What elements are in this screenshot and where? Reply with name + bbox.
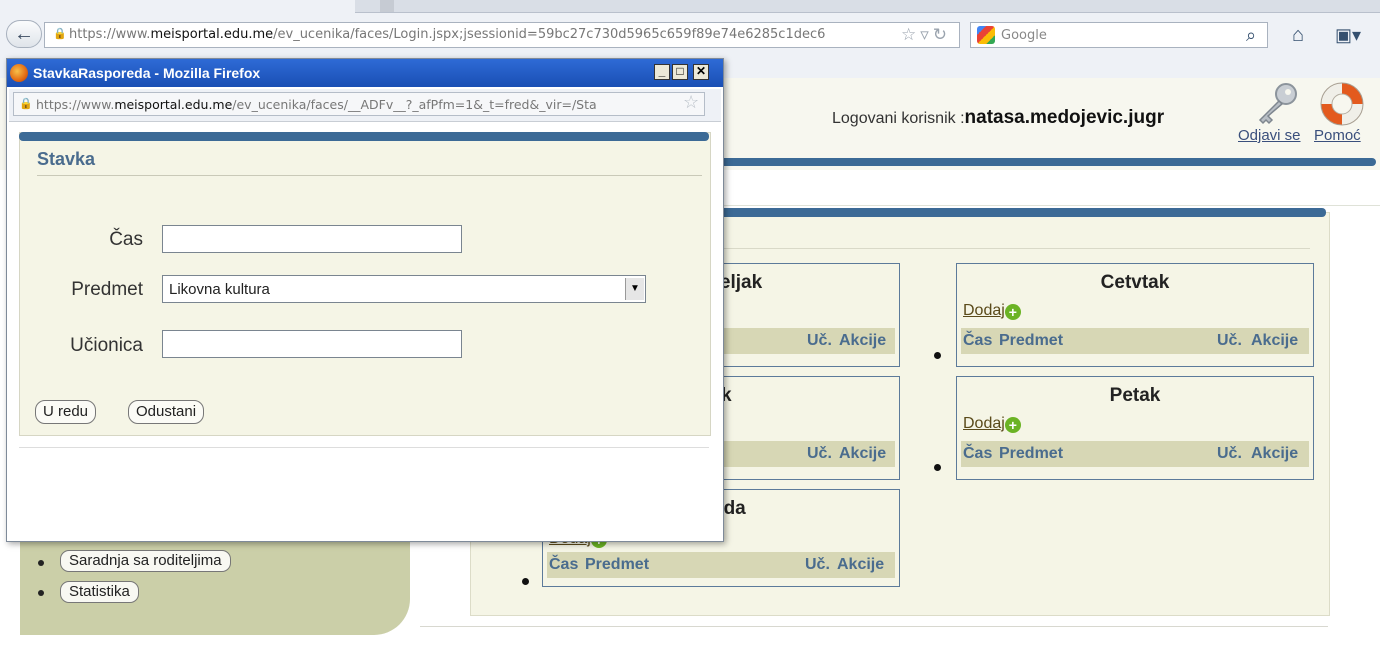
col-header-akcije: Akcije: [1251, 332, 1299, 349]
day-box-thursday: Cetvtak Dodaj + Čas Predmet Uč. Akcije: [956, 263, 1314, 367]
page-bottom-rule: [420, 626, 1328, 627]
popup-address-text: https://www.meisportal.edu.me/ev_ucenika…: [36, 97, 597, 112]
table-header-row: Čas Predmet Uč. Akcije: [961, 328, 1309, 354]
help-link[interactable]: Pomoć: [1314, 127, 1361, 144]
col-header-ucionica: Uč.: [1217, 445, 1242, 462]
tab-separator: [380, 0, 394, 12]
col-header-cas: Čas: [963, 332, 993, 349]
header-divider-bar: [700, 158, 1376, 166]
logout-link[interactable]: Odjavi se: [1238, 127, 1301, 144]
chevron-down-icon[interactable]: ▼: [625, 278, 644, 300]
cancel-button[interactable]: Odustani: [128, 400, 205, 424]
close-button[interactable]: ✕: [693, 64, 709, 80]
list-bullet: [522, 578, 529, 585]
add-entry-label[interactable]: Dodaj: [963, 415, 1005, 432]
col-header-predmet: Predmet: [999, 332, 1064, 349]
search-icon[interactable]: ⌕: [1238, 22, 1264, 48]
tab-strip: [355, 0, 1380, 13]
form-section-rule: [37, 175, 702, 176]
list-bullet: [38, 560, 44, 566]
schedule-panel-rule: [710, 248, 1310, 249]
bookmarks-menu-icon[interactable]: ▣▾: [1335, 22, 1375, 48]
ucionica-input[interactable]: [162, 330, 462, 358]
history-dropdown-icon[interactable]: ▿: [920, 25, 933, 44]
home-icon[interactable]: ⌂: [1285, 22, 1311, 48]
bookmark-star-icon[interactable]: ☆: [901, 25, 920, 44]
popup-address-bar[interactable]: 🔒 https://www.meisportal.edu.me/ev_uceni…: [13, 92, 705, 116]
ok-button[interactable]: U redu: [35, 400, 97, 424]
col-header-akcije: Akcije: [839, 332, 887, 349]
lock-icon: 🔒: [19, 98, 33, 110]
schedule-panel-bar: [700, 208, 1326, 217]
list-bullet: [934, 464, 941, 471]
col-header-ucionica: Uč.: [807, 445, 832, 462]
add-plus-icon[interactable]: +: [1004, 417, 1021, 433]
day-title: Cetvtak: [1100, 272, 1170, 293]
address-text: https://www.meisportal.edu.me/ev_ucenika…: [69, 27, 826, 42]
back-button[interactable]: ←: [6, 20, 42, 48]
table-header-row: Čas Predmet Uč. Akcije: [547, 552, 895, 578]
day-title: Petak: [1109, 385, 1161, 406]
col-header-ucionica: Uč.: [805, 556, 830, 573]
address-bar-icons[interactable]: ☆▿↻: [901, 25, 951, 45]
form-panel-bar: [19, 132, 709, 141]
col-header-predmet: Predmet: [999, 445, 1064, 462]
address-bar[interactable]: 🔒 https://www.meisportal.edu.me/ev_uceni…: [44, 22, 960, 48]
popup-window: StavkaRasporeda - Mozilla Firefox _ □ ✕ …: [6, 58, 724, 542]
col-header-cas: Čas: [549, 556, 579, 573]
lifebuoy-icon[interactable]: [1318, 80, 1366, 128]
maximize-button[interactable]: □: [672, 64, 688, 80]
header-rule: [700, 205, 1380, 206]
popup-title: StavkaRasporeda - Mozilla Firefox: [33, 65, 261, 81]
table-header-row: Čas Predmet Uč. Akcije: [961, 441, 1309, 467]
logged-user-info: Logovani korisnik :natasa.medojevic.jugr: [832, 107, 1164, 129]
col-header-akcije: Akcije: [1251, 445, 1299, 462]
predmet-selected-value: Likovna kultura: [169, 281, 270, 298]
firefox-icon: [10, 64, 28, 82]
google-logo-icon: [977, 26, 995, 44]
cas-input[interactable]: [162, 225, 462, 253]
search-input[interactable]: Google: [970, 22, 1268, 48]
popup-titlebar[interactable]: StavkaRasporeda - Mozilla Firefox _ □ ✕: [7, 59, 723, 87]
col-header-ucionica: Uč.: [1217, 332, 1242, 349]
add-entry-label[interactable]: Dodaj: [963, 302, 1005, 319]
add-entry-link[interactable]: Dodaj+: [963, 302, 1021, 320]
ucionica-label: Učionica: [70, 335, 143, 356]
search-placeholder: Google: [1001, 28, 1047, 43]
logged-user-label: Logovani korisnik :: [832, 110, 965, 127]
sidebar-item-saradnja[interactable]: Saradnja sa roditeljima: [60, 550, 231, 572]
form-section-title: Stavka: [37, 149, 96, 169]
col-header-ucionica: Uč.: [807, 332, 832, 349]
day-box-friday: Petak Dodaj + Čas Predmet Uč. Akcije: [956, 376, 1314, 480]
popup-address-area: 🔒 https://www.meisportal.edu.me/ev_uceni…: [9, 89, 721, 122]
add-plus-icon[interactable]: +: [1004, 304, 1021, 320]
key-icon[interactable]: [1252, 82, 1300, 126]
bookmark-star-icon[interactable]: ☆: [683, 92, 699, 113]
back-arrow-icon: ←: [14, 23, 34, 45]
col-header-cas: Čas: [963, 445, 993, 462]
col-header-predmet: Predmet: [585, 556, 650, 573]
minimize-button[interactable]: _: [654, 64, 670, 80]
lock-icon: 🔒: [53, 28, 67, 40]
reload-icon[interactable]: ↻: [933, 25, 951, 44]
predmet-label: Predmet: [71, 279, 143, 300]
col-header-akcije: Akcije: [839, 445, 887, 462]
popup-bottom-rule: [19, 447, 709, 448]
list-bullet: [38, 590, 44, 596]
sidebar-item-statistika[interactable]: Statistika: [60, 581, 139, 603]
list-bullet: [934, 352, 941, 359]
cas-label: Čas: [109, 229, 143, 250]
logged-user-name: natasa.medojevic.jugr: [964, 107, 1165, 128]
predmet-select[interactable]: Likovna kultura ▼: [162, 275, 646, 303]
col-header-akcije: Akcije: [837, 556, 885, 573]
add-entry-link[interactable]: Dodaj+: [963, 415, 1021, 433]
